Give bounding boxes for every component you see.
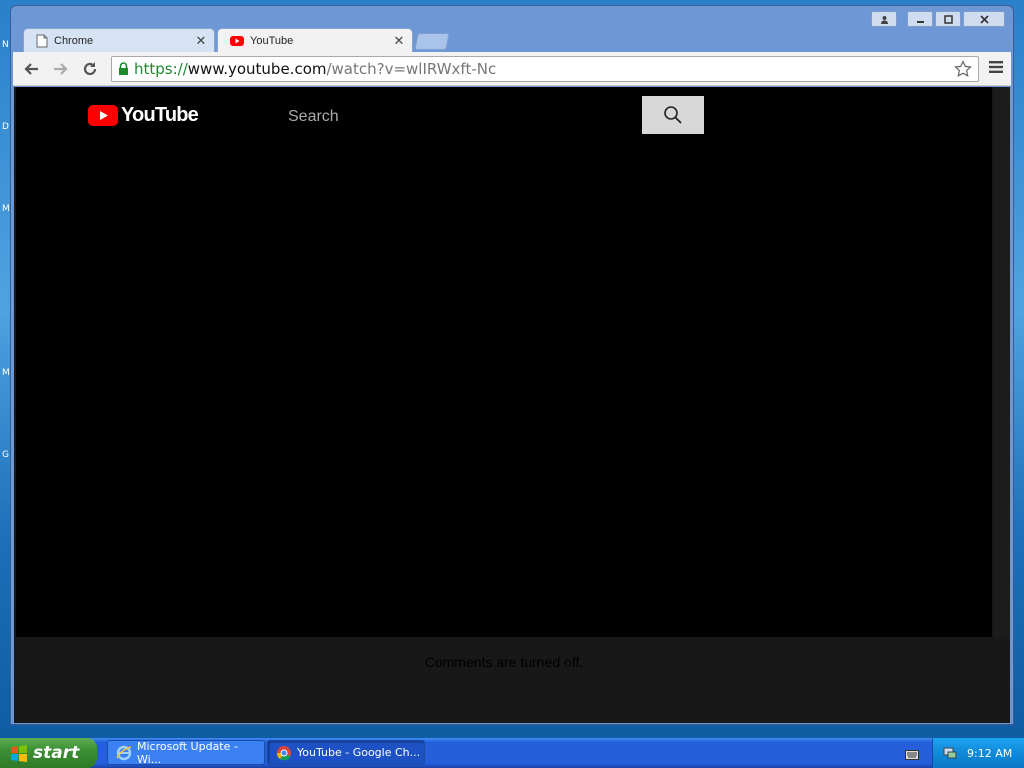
- search-icon: [664, 106, 682, 124]
- reload-button[interactable]: [80, 59, 100, 79]
- tab-label: YouTube: [250, 35, 294, 47]
- scrollbar[interactable]: [994, 87, 1010, 637]
- address-bar[interactable]: https://www.youtube.com/watch?v=wlIRWxft…: [111, 56, 979, 82]
- search-input[interactable]: [286, 105, 640, 129]
- video-player[interactable]: YouTube: [16, 87, 992, 637]
- tab-youtube[interactable]: YouTube ✕: [217, 28, 413, 53]
- close-icon[interactable]: ✕: [390, 33, 408, 49]
- taskbar-item-microsoft-update[interactable]: Microsoft Update - Wi...: [107, 739, 265, 766]
- desktop-icon-label-stub: M: [2, 368, 10, 378]
- browser-toolbar: https://www.youtube.com/watch?v=wlIRWxft…: [13, 52, 1011, 86]
- youtube-wordmark: YouTube: [121, 104, 199, 126]
- desktop-icon-label-stub: N: [2, 40, 9, 50]
- close-button[interactable]: [963, 11, 1005, 27]
- taskbar-item-label: YouTube - Google Ch...: [297, 746, 421, 759]
- search-button[interactable]: [642, 96, 704, 134]
- windows-flag-icon: [10, 744, 28, 762]
- taskbar-item-youtube-chrome[interactable]: YouTube - Google Ch...: [267, 740, 425, 765]
- desktop-icon-label-stub: D: [2, 122, 9, 132]
- minimize-button[interactable]: [907, 11, 933, 27]
- maximize-button[interactable]: [935, 11, 961, 27]
- youtube-icon: [230, 36, 244, 46]
- url-path: /watch?v=wlIRWxft-Nc: [326, 60, 497, 78]
- chrome-icon: [276, 745, 292, 761]
- lock-icon: [118, 62, 129, 76]
- tab-chrome[interactable]: Chrome ✕: [23, 28, 215, 52]
- keyboard-icon[interactable]: [905, 747, 919, 765]
- system-tray: 9:12 AM: [932, 738, 1024, 768]
- youtube-logo[interactable]: YouTube: [88, 104, 199, 127]
- arrow-right-icon: [54, 63, 68, 75]
- taskbar: start Microsoft Update - Wi... YouTube -…: [0, 738, 1024, 768]
- forward-button[interactable]: [51, 59, 71, 79]
- user-icon[interactable]: [871, 11, 897, 27]
- star-icon[interactable]: [954, 60, 972, 82]
- start-label: start: [33, 743, 80, 763]
- taskbar-item-label: Microsoft Update - Wi...: [137, 739, 238, 766]
- tab-strip: Chrome ✕ YouTube ✕: [11, 6, 1013, 53]
- arrow-left-icon: [24, 63, 38, 75]
- back-button[interactable]: [21, 59, 41, 79]
- internet-explorer-icon: [116, 745, 132, 761]
- browser-window: Chrome ✕ YouTube ✕ https:// www.youtube.…: [10, 5, 1014, 725]
- desktop-icon-label-stub: G: [2, 450, 9, 460]
- desktop-icon-label-stub: M: [2, 204, 10, 214]
- menu-icon[interactable]: [989, 60, 1005, 79]
- youtube-icon: [88, 105, 118, 126]
- url-scheme: https://: [134, 60, 188, 78]
- web-page: YouTube Comments are turned off.: [14, 87, 1010, 723]
- new-tab-button[interactable]: [414, 33, 450, 50]
- url-host: www.youtube.com: [187, 60, 327, 78]
- clock: 9:12 AM: [967, 746, 1013, 760]
- close-icon[interactable]: ✕: [192, 33, 210, 49]
- window-controls: [871, 11, 1005, 27]
- page-icon: [36, 34, 48, 48]
- comments-status: Comments are turned off.: [424, 654, 584, 670]
- network-icon[interactable]: [943, 746, 957, 760]
- tab-label: Chrome: [54, 34, 94, 47]
- reload-icon: [83, 62, 97, 76]
- start-button[interactable]: start: [0, 738, 97, 768]
